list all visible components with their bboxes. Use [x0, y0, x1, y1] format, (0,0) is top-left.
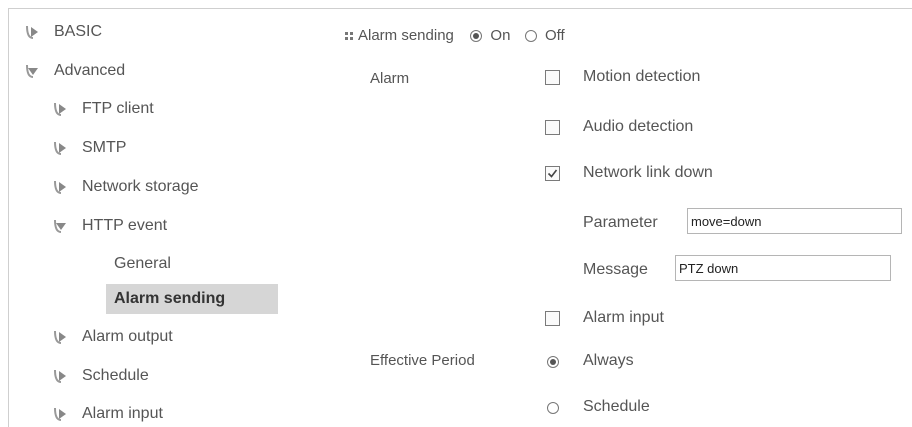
message-input[interactable]: [675, 255, 891, 281]
motion-detection-label: Motion detection: [583, 68, 701, 85]
network-link-down-checkbox[interactable]: [545, 166, 560, 181]
alarm-sending-row: Alarm sending On Off: [345, 27, 565, 44]
sidebar-item-label: Advanced: [54, 62, 126, 79]
collapsed-arrow-icon: [52, 405, 70, 423]
collapsed-arrow-icon: [52, 139, 70, 157]
sidebar-item-alarm-output[interactable]: Alarm output: [52, 324, 173, 350]
effective-period-label: Effective Period: [370, 352, 475, 369]
parameter-label: Parameter: [583, 214, 658, 231]
message-label: Message: [583, 261, 648, 278]
sidebar-item-label: FTP client: [82, 100, 154, 117]
sidebar-item-label: Network storage: [82, 178, 199, 195]
sidebar-item-label: HTTP event: [82, 217, 168, 234]
alarm-sending-off-label: Off: [544, 27, 565, 44]
sidebar-item-label: Alarm output: [82, 328, 173, 345]
sidebar-item-label: BASIC: [54, 23, 103, 40]
sidebar-item-schedule[interactable]: Schedule: [52, 363, 149, 389]
alarm-label: Alarm: [370, 70, 410, 87]
sidebar-item-ftp-client[interactable]: FTP client: [52, 96, 154, 122]
expanded-arrow-icon: [24, 62, 42, 80]
sidebar-item-network-storage[interactable]: Network storage: [52, 174, 199, 200]
sidebar-subitem-general[interactable]: General: [106, 249, 278, 279]
effective-period-always-radio[interactable]: [547, 356, 559, 368]
network-link-down-label: Network link down: [583, 164, 713, 181]
sidebar-item-label: Schedule: [82, 367, 149, 384]
alarm-sending-on-radio[interactable]: [470, 30, 483, 43]
alarm-input-checkbox[interactable]: [545, 311, 560, 326]
expanded-arrow-icon: [52, 217, 70, 235]
alarm-sending-label: Alarm sending: [358, 27, 454, 44]
collapsed-arrow-icon: [52, 367, 70, 385]
sidebar: BASIC Advanced FTP client SMTP Network s…: [0, 0, 290, 427]
effective-period-always-label: Always: [583, 352, 634, 369]
sidebar-subitem-alarm-sending[interactable]: Alarm sending: [106, 284, 278, 314]
sidebar-item-http-event[interactable]: HTTP event: [52, 213, 167, 239]
motion-detection-checkbox[interactable]: [545, 70, 560, 85]
effective-period-schedule-label: Schedule: [583, 398, 650, 415]
sidebar-subitem-label: Alarm sending: [114, 290, 226, 307]
collapsed-arrow-icon: [52, 178, 70, 196]
parameter-input[interactable]: [687, 208, 902, 234]
grid-bullet-icon: [345, 31, 354, 41]
collapsed-arrow-icon: [52, 100, 70, 118]
sidebar-item-alarm-input[interactable]: Alarm input: [52, 401, 163, 427]
checkmark-icon: [547, 169, 558, 178]
effective-period-schedule-radio[interactable]: [547, 402, 559, 414]
collapsed-arrow-icon: [52, 328, 70, 346]
alarm-input-label: Alarm input: [583, 309, 664, 326]
sidebar-item-label: SMTP: [82, 139, 127, 156]
sidebar-item-label: Alarm input: [82, 405, 163, 422]
audio-detection-checkbox[interactable]: [545, 120, 560, 135]
alarm-sending-off-radio[interactable]: [524, 30, 537, 43]
sidebar-item-smtp[interactable]: SMTP: [52, 135, 126, 161]
audio-detection-label: Audio detection: [583, 118, 694, 135]
collapsed-arrow-icon: [24, 23, 42, 41]
alarm-sending-on-label: On: [490, 27, 511, 44]
sidebar-subitem-label: General: [114, 255, 171, 272]
main-panel: Alarm sending On Off Alarm Motion detect…: [300, 0, 912, 427]
sidebar-item-advanced[interactable]: Advanced: [24, 58, 125, 84]
sidebar-item-basic[interactable]: BASIC: [24, 19, 102, 45]
